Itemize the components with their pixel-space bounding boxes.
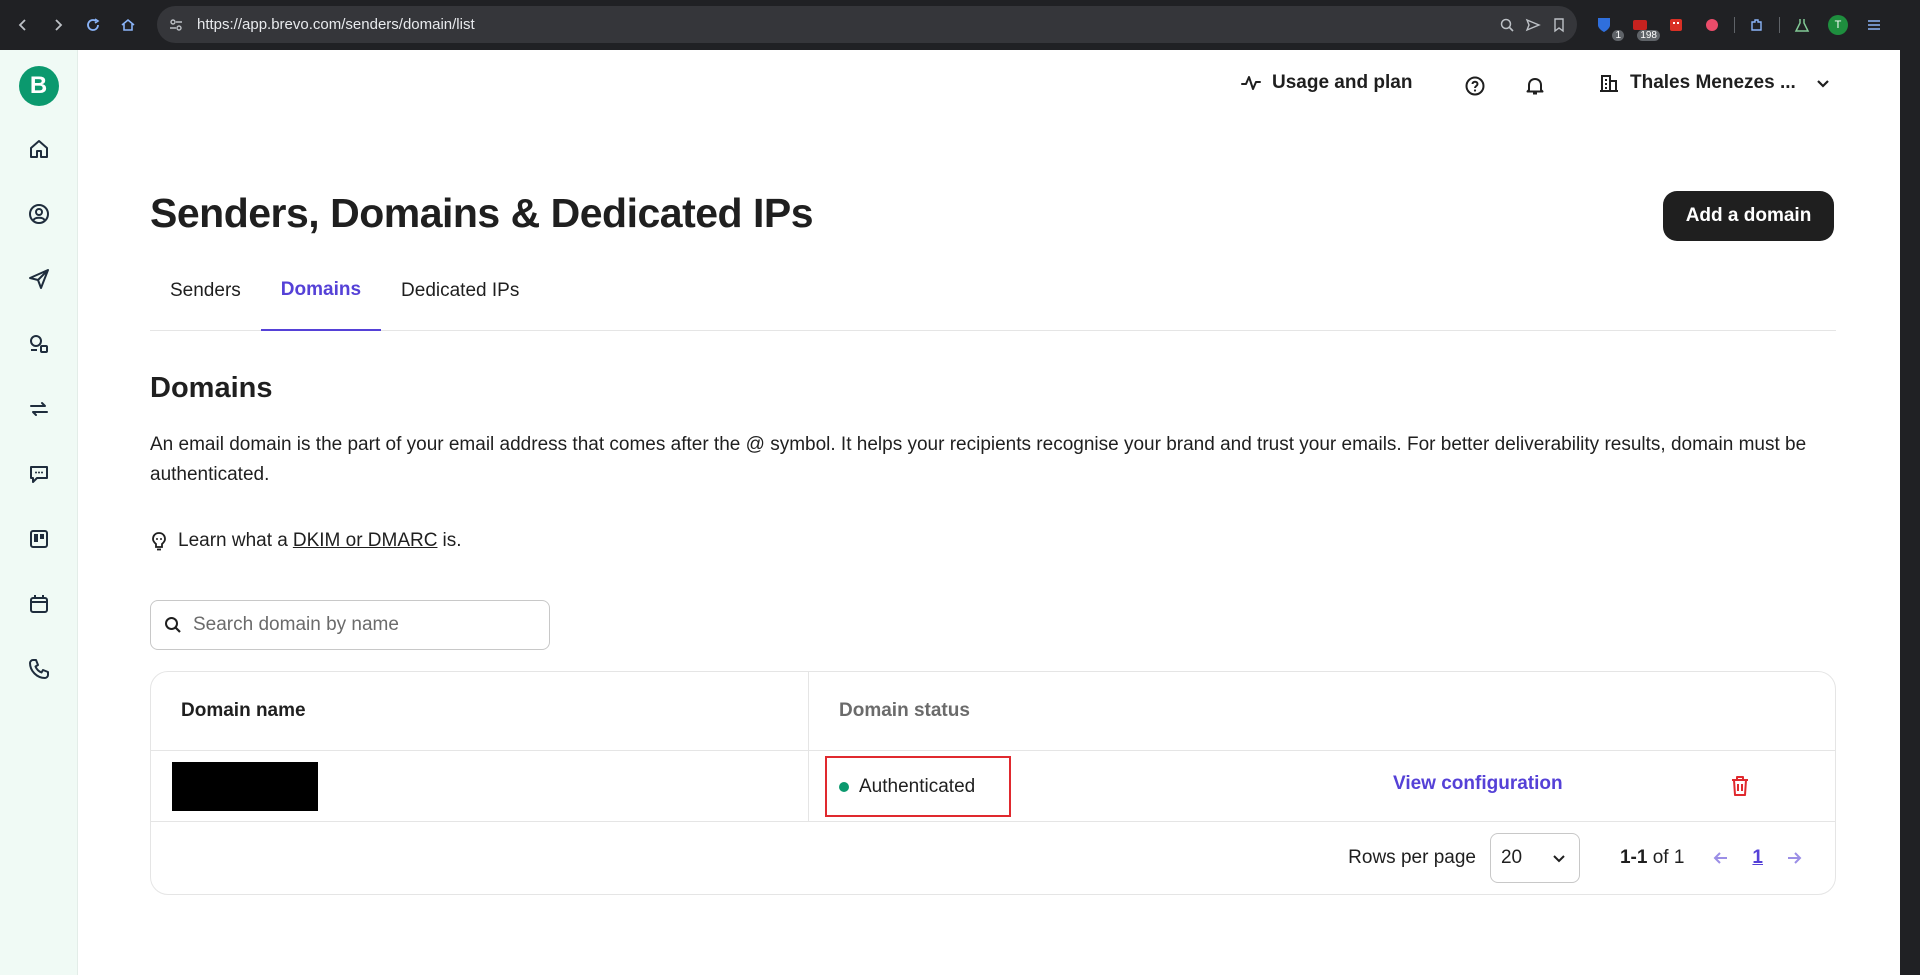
help-icon[interactable] [1464, 75, 1486, 97]
status-dot [839, 781, 849, 792]
tab-senders[interactable]: Senders [150, 250, 261, 331]
tab-domains[interactable]: Domains [260, 250, 382, 331]
table-pagination: Rows per page 20 1-1 of 1 1 [151, 822, 1835, 894]
column-header-domain-status: Domain status [839, 700, 970, 721]
search-box [150, 600, 550, 650]
learn-more-line: Learn what a DKIM or DMARC is. [150, 530, 461, 552]
notifications-bell-icon[interactable] [1524, 75, 1546, 97]
browser-toolbar: https://app.brevo.com/senders/domain/lis… [0, 0, 1920, 50]
toolbar-divider [1734, 17, 1735, 33]
meetings-icon[interactable] [17, 582, 61, 626]
address-bar[interactable]: https://app.brevo.com/senders/domain/lis… [157, 6, 1577, 43]
account-name: Thales Menezes ... [1630, 72, 1796, 93]
automations-icon[interactable] [17, 322, 61, 366]
section-description: An email domain is the part of your emai… [150, 434, 1807, 485]
company-building-icon [1600, 75, 1618, 92]
topbar: Usage and plan Thales Menezes ... [78, 50, 1900, 122]
add-domain-button[interactable]: Add a domain [1663, 191, 1834, 241]
page-title: Senders, Domains & Dedicated IPs [150, 190, 814, 236]
next-page-icon[interactable] [1781, 849, 1807, 867]
activity-icon [1241, 76, 1261, 90]
phone-icon[interactable] [17, 647, 61, 691]
tab-bar: Senders Domains Dedicated IPs [150, 250, 1836, 331]
page-range: 1-1 of 1 [1620, 847, 1684, 869]
tab-dedicated-ips[interactable]: Dedicated IPs [381, 250, 539, 331]
brevo-app: B Usage and plan Thales Menezes ... Send… [0, 50, 1900, 975]
campaigns-icon[interactable] [17, 257, 61, 301]
deals-icon[interactable] [17, 517, 61, 561]
search-icon [165, 617, 181, 633]
reload-icon[interactable] [76, 8, 110, 42]
dkim-dmarc-link[interactable]: DKIM or DMARC [293, 530, 438, 552]
brevo-logo[interactable]: B [18, 66, 59, 106]
url-text: https://app.brevo.com/senders/domain/lis… [197, 16, 475, 33]
search-domain-input[interactable] [193, 614, 533, 636]
bookmark-icon[interactable] [1551, 17, 1567, 33]
home-icon[interactable] [17, 127, 61, 171]
rows-per-page-value: 20 [1500, 847, 1523, 868]
side-panel-icon[interactable] [1860, 11, 1888, 39]
lightbulb-icon [152, 532, 166, 551]
learn-prefix: Learn what a [178, 530, 288, 551]
delete-trash-icon[interactable] [1729, 774, 1751, 798]
back-icon[interactable] [6, 8, 40, 42]
forward-icon[interactable] [41, 8, 75, 42]
learn-suffix: is. [442, 530, 462, 551]
sidebar: B [0, 50, 78, 975]
toolbar-divider [1779, 17, 1780, 33]
send-icon[interactable] [1525, 17, 1541, 33]
browser-side-rail [1900, 50, 1920, 975]
page-range-bold: 1-1 [1619, 847, 1648, 868]
profile-avatar[interactable]: T [1824, 11, 1852, 39]
redacted-domain-name [172, 761, 318, 811]
section-title: Domains [150, 372, 273, 404]
domains-table: Domain name Domain status Authenticated … [150, 671, 1836, 895]
site-info-icon[interactable] [161, 10, 191, 40]
usage-label: Usage and plan [1272, 72, 1413, 93]
column-header-domain-name: Domain name [151, 672, 809, 750]
table-header: Domain name Domain status [151, 672, 1835, 751]
bitwarden-extension-icon[interactable]: 1 [1590, 11, 1624, 41]
pixel-extension-icon[interactable] [1662, 11, 1690, 39]
transactional-icon[interactable] [17, 387, 61, 431]
conversations-icon[interactable] [17, 452, 61, 496]
rows-per-page-select[interactable]: 20 [1489, 833, 1580, 883]
status-badge: Authenticated [825, 756, 1011, 817]
chevron-down-icon [1817, 80, 1829, 88]
puzzle-extensions-icon[interactable] [1743, 11, 1771, 39]
page-range-rest: of 1 [1652, 847, 1685, 868]
chevron-down-icon [1553, 855, 1565, 863]
domain-name-cell [151, 751, 809, 821]
view-configuration-link[interactable]: View configuration [1393, 773, 1563, 795]
page-number-button[interactable]: 1 [1752, 847, 1763, 869]
home-browser-icon[interactable] [111, 8, 145, 42]
usage-and-plan-button[interactable]: Usage and plan [1240, 72, 1412, 94]
record-extension-icon[interactable] [1698, 11, 1726, 39]
contacts-icon[interactable] [17, 192, 61, 236]
status-text: Authenticated [859, 775, 976, 797]
account-menu[interactable]: Thales Menezes ... [1598, 72, 1832, 94]
prev-page-icon[interactable] [1708, 849, 1734, 867]
table-row: Authenticated View configuration [151, 751, 1835, 822]
zoom-icon[interactable] [1499, 17, 1515, 33]
rows-per-page-label: Rows per page [1348, 847, 1476, 868]
labs-flask-icon[interactable] [1788, 11, 1816, 39]
mail-extension-icon[interactable]: 198 [1626, 11, 1660, 41]
